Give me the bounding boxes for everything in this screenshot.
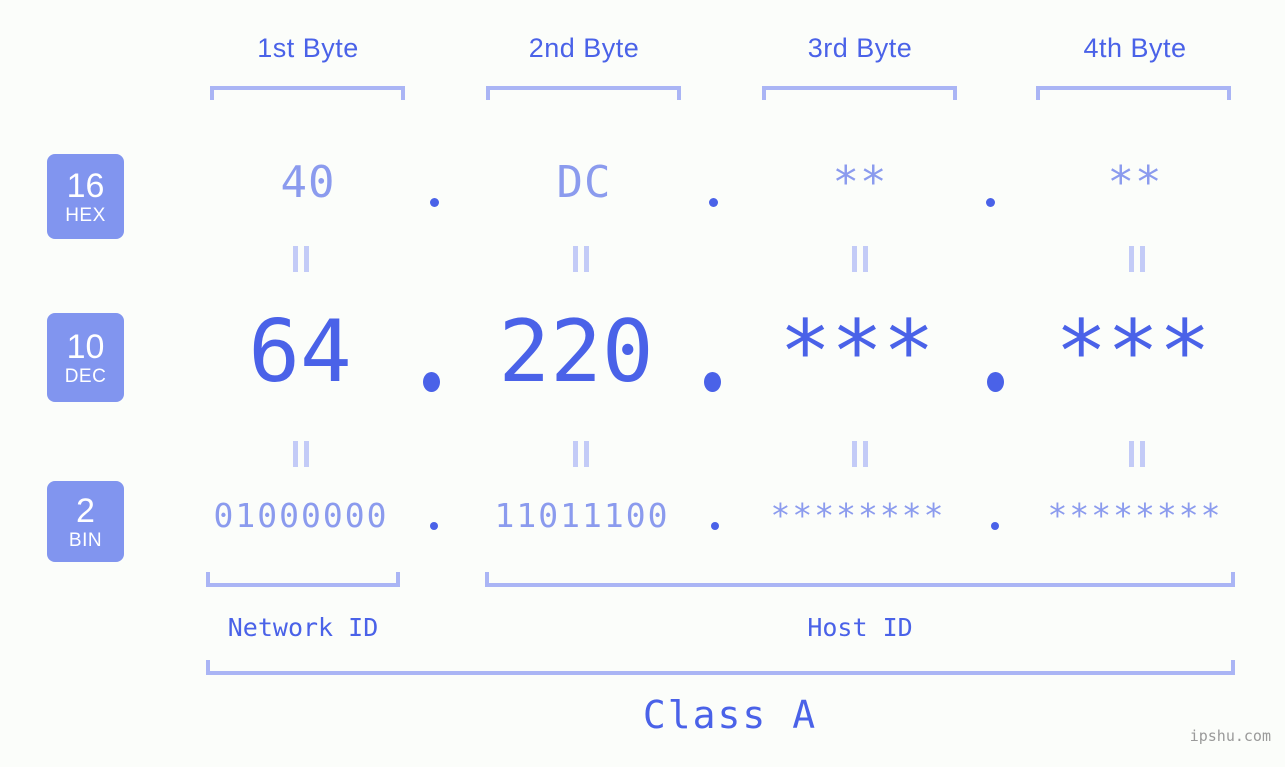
- equals-mark-dec-bin-4: [1126, 441, 1148, 467]
- dec-byte-4: ***: [1055, 302, 1211, 402]
- bin-dot-separator-2: [711, 522, 719, 530]
- bin-byte-1: 01000000: [213, 496, 389, 535]
- equals-mark-dec-bin-2: [570, 441, 592, 467]
- host-id-bracket: [485, 572, 1235, 587]
- byte-bracket-3: [762, 86, 957, 100]
- equals-mark-hex-dec-2: [570, 246, 592, 272]
- dec-dot-separator-1: [423, 372, 440, 392]
- ip-address-breakdown-diagram: 1st Byte 2nd Byte 3rd Byte 4th Byte 16 H…: [0, 0, 1285, 767]
- base-badge-dec-name: DEC: [64, 365, 107, 387]
- dec-byte-3: ***: [779, 302, 935, 402]
- byte-header-4: 4th Byte: [1083, 33, 1187, 63]
- hex-byte-2: DC: [556, 157, 612, 208]
- base-badge-hex-name: HEX: [65, 204, 106, 226]
- hex-dot-separator-1: [430, 198, 439, 207]
- equals-mark-dec-bin-3: [849, 441, 871, 467]
- bin-byte-2: 11011100: [494, 496, 670, 535]
- byte-bracket-1: [210, 86, 405, 100]
- byte-bracket-2: [486, 86, 681, 100]
- base-badge-dec-number: 10: [66, 327, 105, 366]
- bin-dot-separator-1: [430, 522, 438, 530]
- dec-dot-separator-2: [704, 372, 721, 392]
- base-badge-dec: 10 DEC: [47, 313, 124, 402]
- hex-dot-separator-2: [709, 198, 718, 207]
- hex-byte-4: **: [1107, 157, 1163, 208]
- byte-header-2: 2nd Byte: [528, 33, 640, 63]
- hex-byte-3: **: [832, 157, 888, 208]
- base-badge-bin-name: BIN: [68, 529, 103, 551]
- equals-mark-hex-dec-3: [849, 246, 871, 272]
- base-badge-hex: 16 HEX: [47, 154, 124, 239]
- hex-dot-separator-3: [986, 198, 995, 207]
- bin-dot-separator-3: [991, 522, 999, 530]
- byte-header-1: 1st Byte: [257, 33, 359, 63]
- base-badge-bin-number: 2: [76, 491, 95, 530]
- equals-mark-hex-dec-1: [290, 246, 312, 272]
- base-badge-hex-number: 16: [66, 166, 105, 205]
- class-label: Class A: [642, 693, 818, 737]
- bin-byte-3: ********: [770, 496, 946, 535]
- equals-mark-hex-dec-4: [1126, 246, 1148, 272]
- byte-bracket-4: [1036, 86, 1231, 100]
- hex-byte-1: 40: [280, 157, 336, 208]
- base-badge-bin: 2 BIN: [47, 481, 124, 562]
- host-id-label: Host ID: [807, 613, 913, 642]
- dec-dot-separator-3: [987, 372, 1004, 392]
- dec-byte-2: 220: [498, 302, 654, 402]
- bin-byte-4: ********: [1047, 496, 1223, 535]
- watermark: ipshu.com: [1189, 727, 1271, 745]
- class-bracket: [206, 660, 1235, 675]
- network-id-bracket: [206, 572, 400, 587]
- dec-byte-1: 64: [248, 302, 352, 402]
- byte-header-3: 3rd Byte: [807, 33, 913, 63]
- network-id-label: Network ID: [227, 613, 379, 642]
- equals-mark-dec-bin-1: [290, 441, 312, 467]
